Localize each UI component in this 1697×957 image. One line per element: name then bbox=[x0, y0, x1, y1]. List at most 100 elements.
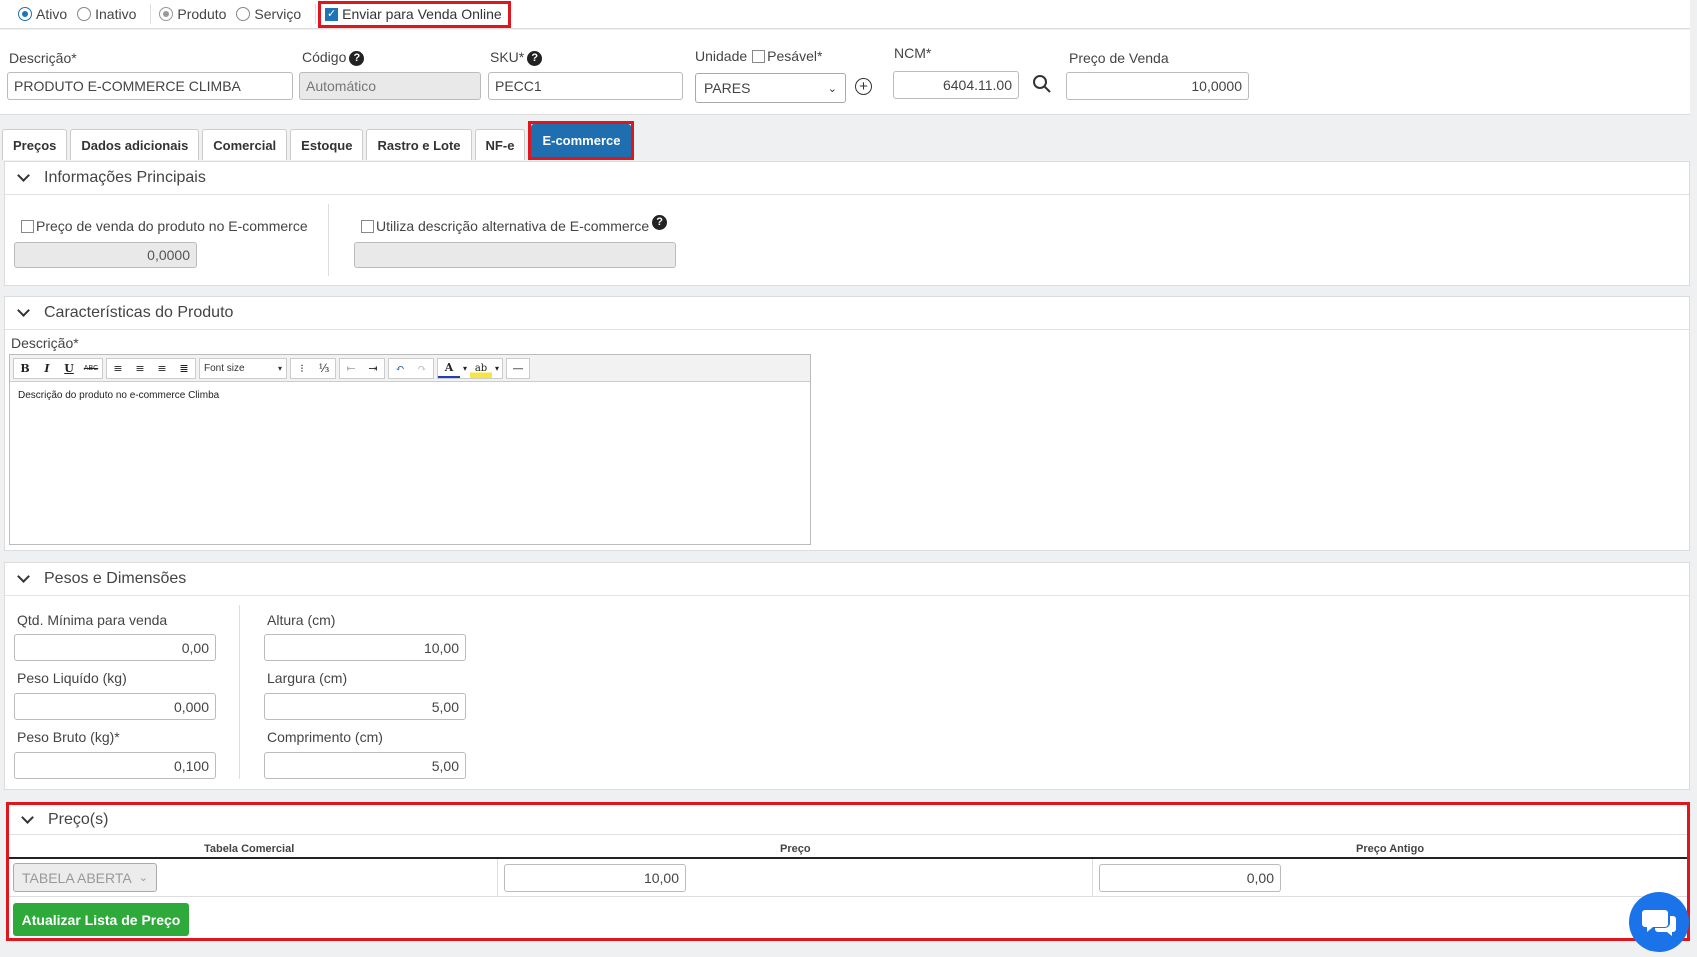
precos-header[interactable]: Preço(s) bbox=[9, 805, 1687, 835]
largura-label: Largura (cm) bbox=[267, 670, 348, 686]
preco-ecom-checkbox-row[interactable]: Preço de venda do produto no E-commerce bbox=[21, 218, 308, 234]
radio-servico[interactable]: Serviço bbox=[236, 6, 301, 22]
largura-input[interactable]: 5,00 bbox=[264, 693, 466, 720]
highlight-color-icon[interactable]: ab bbox=[470, 358, 492, 378]
codigo-label: Código? bbox=[302, 49, 365, 66]
divider bbox=[150, 4, 152, 24]
chevron-down-icon bbox=[17, 570, 30, 583]
tab-comercial[interactable]: Comercial bbox=[202, 129, 288, 160]
check-icon[interactable]: ✓ bbox=[325, 7, 339, 21]
dropdown-arrow-icon[interactable]: ▾ bbox=[460, 359, 470, 378]
descricao-editor-label: Descrição* bbox=[11, 335, 79, 351]
pesos-title: Pesos e Dimensões bbox=[44, 570, 187, 587]
codigo-label-text: Código bbox=[302, 49, 347, 65]
tab-ecommerce-highlight: E-commerce bbox=[528, 121, 635, 160]
preco-antigo-input[interactable]: 0,00 bbox=[1099, 864, 1281, 892]
desc-alt-checkbox[interactable] bbox=[361, 219, 374, 233]
pesavel-checkbox[interactable] bbox=[752, 49, 766, 63]
qtd-minima-label: Qtd. Mínima para venda bbox=[17, 612, 168, 628]
radio-inativo[interactable]: Inativo bbox=[77, 6, 136, 22]
comprimento-input[interactable]: 5,00 bbox=[264, 752, 466, 779]
enviar-venda-online-toggle[interactable]: ✓ Enviar para Venda Online bbox=[318, 0, 511, 28]
unidade-label: Unidade bbox=[695, 48, 748, 64]
preco-ecom-checkbox[interactable] bbox=[21, 219, 34, 233]
dropdown-arrow-icon[interactable]: ▾ bbox=[492, 359, 502, 378]
radio-inativo-label: Inativo bbox=[95, 6, 137, 22]
desc-alt-checkbox-row[interactable]: Utiliza descrição alternativa de E-comme… bbox=[361, 214, 668, 234]
sku-input[interactable]: PECC1 bbox=[488, 72, 683, 100]
bold-icon[interactable]: B bbox=[14, 359, 36, 378]
dropdown-arrow-icon: ▾ bbox=[277, 363, 282, 373]
radio-produto[interactable]: Produto bbox=[159, 6, 226, 22]
tab-ecommerce[interactable]: E-commerce bbox=[531, 124, 632, 157]
descricao-input[interactable]: PRODUTO E-COMMERCE CLIMBA bbox=[7, 72, 293, 100]
col-tabela-comercial: Tabela Comercial bbox=[204, 843, 295, 855]
pesos-panel: Pesos e Dimensões Qtd. Mínima para venda… bbox=[4, 562, 1690, 790]
horizontal-rule-icon[interactable]: — bbox=[507, 359, 529, 378]
radio-ativo-dot[interactable] bbox=[18, 7, 32, 21]
tab-nfe[interactable]: NF-e bbox=[474, 129, 526, 160]
indent-icon[interactable]: ⇥ bbox=[362, 359, 384, 378]
unidade-select[interactable]: PARES ⌄ bbox=[695, 73, 846, 103]
radio-ativo-label: Ativo bbox=[36, 6, 68, 22]
search-icon[interactable] bbox=[1032, 74, 1052, 97]
peso-bruto-input[interactable]: 0,100 bbox=[14, 752, 216, 779]
help-icon[interactable]: ? bbox=[349, 50, 365, 66]
underline-icon[interactable]: U bbox=[58, 359, 80, 378]
radio-ativo[interactable]: Ativo bbox=[18, 6, 67, 22]
bullet-list-icon[interactable]: ⁝ bbox=[291, 359, 313, 378]
align-right-icon[interactable]: ≡ bbox=[151, 359, 173, 378]
chat-button[interactable] bbox=[1629, 892, 1689, 952]
chevron-down-icon bbox=[17, 169, 30, 182]
qtd-minima-input[interactable]: 0,00 bbox=[14, 634, 216, 661]
indent-group: ⇤ ⇥ bbox=[339, 357, 385, 379]
chat-icon bbox=[1642, 910, 1676, 936]
peso-bruto-label: Peso Bruto (kg)* bbox=[17, 729, 120, 745]
strikethrough-icon[interactable]: ABC bbox=[80, 359, 102, 378]
comprimento-label: Comprimento (cm) bbox=[267, 729, 383, 745]
altura-input[interactable]: 10,00 bbox=[264, 634, 466, 661]
status-bar: Ativo Inativo Produto Serviço ✓ Enviar p… bbox=[0, 0, 1690, 29]
numbered-list-icon[interactable]: ⅓ bbox=[313, 359, 335, 378]
help-icon[interactable]: ? bbox=[527, 50, 543, 66]
outdent-icon[interactable]: ⇤ bbox=[340, 359, 362, 378]
italic-icon[interactable]: I bbox=[36, 359, 58, 378]
caracteristicas-panel: Características do Produto Descrição* B … bbox=[4, 296, 1690, 551]
text-color-icon[interactable]: A bbox=[438, 359, 460, 378]
peso-liquido-input[interactable]: 0,000 bbox=[14, 693, 216, 720]
table-row-rule bbox=[9, 896, 1687, 897]
atualizar-lista-preco-button[interactable]: Atualizar Lista de Preço bbox=[13, 903, 189, 936]
tab-rastro-lote[interactable]: Rastro e Lote bbox=[366, 129, 472, 160]
caracteristicas-header[interactable]: Características do Produto bbox=[5, 297, 1689, 330]
radio-servico-dot[interactable] bbox=[236, 7, 251, 21]
align-justify-icon[interactable]: ≣ bbox=[173, 359, 195, 378]
pesos-header[interactable]: Pesos e Dimensões bbox=[5, 563, 1689, 596]
tab-precos[interactable]: Preços bbox=[2, 129, 68, 160]
undo-icon[interactable]: ↶ bbox=[389, 359, 411, 378]
unidade-label-row: Unidade Pesável* bbox=[695, 48, 822, 64]
help-icon[interactable]: ? bbox=[652, 214, 668, 230]
align-center-icon[interactable]: ≡ bbox=[129, 359, 151, 378]
add-unidade-icon[interactable]: + bbox=[855, 78, 872, 95]
font-size-select[interactable]: Font size ▾ bbox=[199, 357, 287, 379]
radio-inativo-dot[interactable] bbox=[77, 7, 92, 21]
ncm-label: NCM* bbox=[894, 45, 932, 61]
ncm-input[interactable]: 6404.11.00 bbox=[893, 71, 1019, 99]
align-left-icon[interactable]: ≡ bbox=[107, 359, 129, 378]
tabela-comercial-select: TABELA ABERTA ⌄ bbox=[13, 863, 157, 892]
pesavel-label: Pesável* bbox=[767, 48, 823, 64]
tab-dados-adicionais[interactable]: Dados adicionais bbox=[70, 129, 200, 160]
radio-produto-label: Produto bbox=[177, 6, 227, 22]
editor-content[interactable]: Descrição do produto no e-commerce Climb… bbox=[10, 382, 810, 409]
radio-produto-dot[interactable] bbox=[159, 7, 174, 21]
preco-input[interactable]: 10,00 bbox=[504, 864, 686, 892]
unidade-select-value: PARES bbox=[704, 80, 751, 96]
peso-liquido-label: Peso Liquído (kg) bbox=[17, 670, 127, 686]
codigo-input: Automático bbox=[299, 72, 481, 100]
divider bbox=[328, 204, 329, 276]
redo-icon[interactable]: ↷ bbox=[411, 359, 433, 378]
tab-estoque[interactable]: Estoque bbox=[290, 129, 364, 160]
preco-venda-input[interactable]: 10,0000 bbox=[1066, 72, 1249, 100]
divider bbox=[239, 605, 240, 779]
info-principais-header[interactable]: Informações Principais bbox=[5, 162, 1689, 195]
